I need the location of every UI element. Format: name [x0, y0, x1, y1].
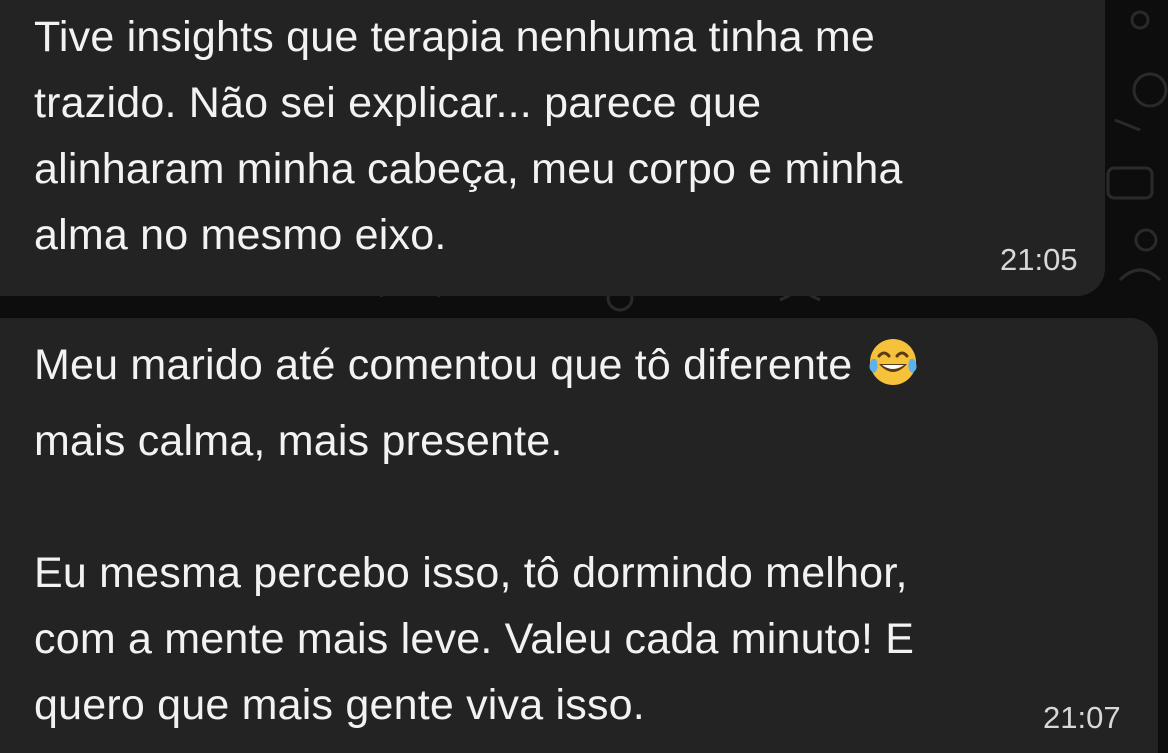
message-line: Tive insights que terapia nenhuma tinha … — [34, 13, 876, 61]
message-line: com a mente mais leve. Valeu cada minuto… — [34, 615, 915, 663]
chat-background: Tive insights que terapia nenhuma tinha … — [0, 0, 1168, 753]
message-line: trazido. Não sei explicar... parece que — [34, 79, 762, 127]
message-timestamp: 21:07 — [1043, 700, 1121, 735]
message-line: Eu mesma percebo isso, tô dormindo melho… — [34, 549, 908, 597]
message-bubble[interactable]: Meu marido até comentou que tô diferente… — [0, 318, 1158, 753]
face-with-tears-of-joy-icon — [866, 335, 920, 408]
message-timestamp: 21:05 — [1000, 242, 1078, 277]
message-line: quero que mais gente viva isso. — [34, 681, 645, 729]
message-line: alma no mesmo eixo. — [34, 211, 447, 259]
message-line: alinharam minha cabeça, meu corpo e minh… — [34, 145, 903, 193]
message-text: Meu marido até comentou que tô diferente — [34, 341, 853, 389]
message-line: Meu marido até comentou que tô diferente — [34, 332, 1158, 408]
message-line: mais calma, mais presente. — [34, 417, 563, 465]
message-bubble[interactable]: Tive insights que terapia nenhuma tinha … — [0, 0, 1105, 296]
